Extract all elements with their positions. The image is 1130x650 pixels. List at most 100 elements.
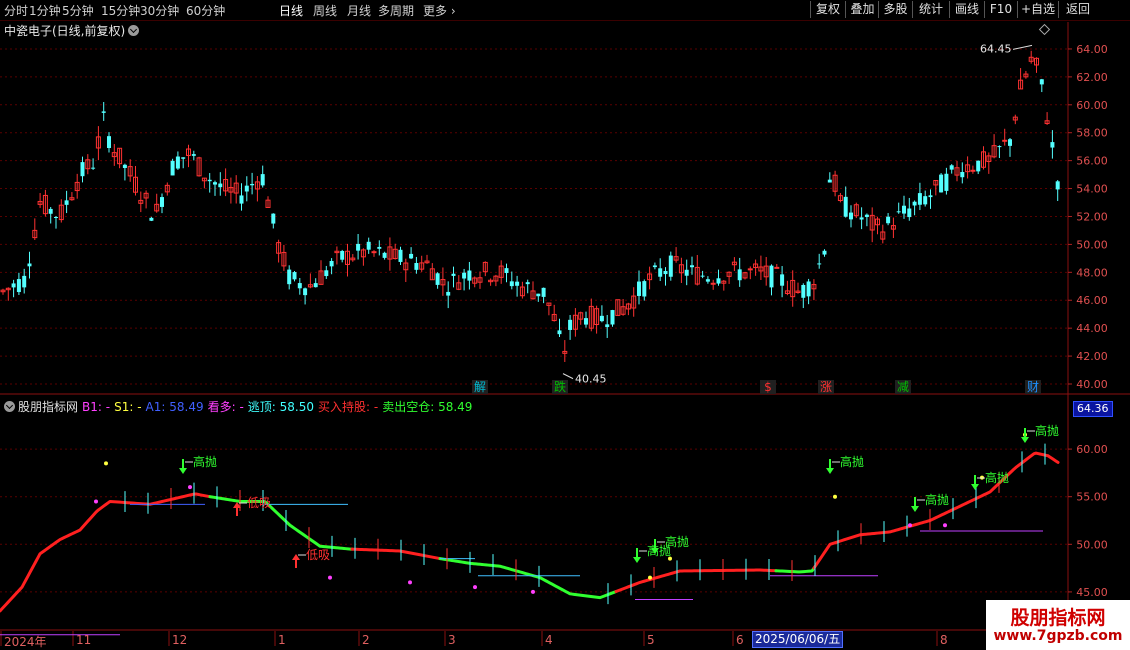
y-tick-label: 48.00: [1076, 266, 1108, 279]
sell-arrow-icon: [971, 484, 979, 490]
candle-body: [504, 268, 509, 274]
sell-arrow-icon: [633, 557, 641, 563]
candle-body: [160, 197, 164, 207]
watermark-name: 股朋指标网: [1010, 607, 1106, 629]
candle-body: [710, 282, 716, 285]
candle-body: [652, 265, 657, 268]
date-axis-label: 11: [76, 633, 92, 647]
signal-annotation: 高抛: [925, 492, 949, 507]
candle-body: [260, 174, 265, 186]
candle-body: [668, 255, 673, 277]
candle-body: [16, 279, 21, 293]
candle-body: [864, 214, 869, 217]
indicator-header: 股朋指标网 B1: - S1: - A1: 58.49 看多: - 逃顶: 58.50 买入…: [4, 398, 480, 415]
candle-body: [382, 252, 387, 258]
signal-dot: [833, 494, 837, 499]
candle-body: [663, 270, 668, 275]
candle-body: [1050, 142, 1055, 148]
candle-body: [250, 183, 255, 186]
watermark: 股朋指标网 www.7gpzb.com: [986, 600, 1130, 650]
candle-body: [610, 310, 615, 325]
indicator-item-5: 买入持股: -: [318, 400, 379, 414]
y-tick-label: 64.00: [1076, 43, 1108, 56]
candle-body: [896, 211, 901, 213]
candle-body: [340, 250, 345, 260]
candle-body: [292, 272, 297, 280]
candle-body: [928, 195, 933, 198]
event-badge: 跌: [554, 379, 566, 394]
candle-body: [170, 160, 175, 176]
y-tick-label: 62.00: [1076, 71, 1108, 84]
candle-body: [960, 172, 965, 178]
candle-body: [912, 201, 917, 206]
y-tick-label: 60.00: [1076, 99, 1108, 112]
y-tick-label: 50.00: [1076, 238, 1108, 251]
candle-body: [48, 208, 53, 214]
candle-body: [658, 268, 663, 277]
candle-body: [859, 217, 864, 220]
candle-body: [1039, 79, 1044, 85]
y-tick-label: 56.00: [1076, 155, 1108, 168]
candle-body: [313, 283, 318, 288]
candle-body: [637, 281, 641, 296]
candle-body: [700, 275, 705, 277]
candle-body: [244, 185, 249, 192]
indicator-item-1: S1: -: [114, 400, 142, 414]
signal-dot: [328, 575, 332, 580]
candle-body: [287, 269, 292, 285]
indicator-trend-line: [774, 566, 816, 574]
candle-body: [1002, 139, 1008, 142]
signal-dot: [188, 485, 192, 490]
date-axis-label: 8: [940, 633, 948, 647]
candle-body: [949, 165, 954, 170]
chevron-down-icon[interactable]: [4, 401, 15, 412]
candle-body: [414, 263, 419, 270]
y-tick-label: 40.00: [1076, 378, 1108, 391]
signal-dot: [473, 585, 477, 590]
candle-body: [944, 173, 949, 191]
candle-body: [451, 273, 456, 276]
candle-body: [541, 287, 546, 297]
sell-arrow-icon: [1021, 437, 1029, 443]
signal-annotation: 高抛: [1035, 423, 1059, 438]
signal-annotation: 高抛: [840, 454, 864, 469]
indicator-trend-line: [350, 547, 442, 561]
candle-body: [769, 265, 774, 288]
y-tick-label: 58.00: [1076, 127, 1108, 140]
candle-body: [1055, 181, 1060, 190]
candle-body: [377, 246, 382, 249]
candle-body: [822, 250, 827, 255]
candle-body: [149, 217, 154, 221]
y-tick-label: 42.00: [1076, 350, 1108, 363]
candle-body: [976, 160, 981, 172]
candle-body: [997, 146, 1002, 148]
candle-body: [101, 111, 106, 113]
candle-body: [599, 315, 604, 322]
candle-body: [329, 260, 334, 267]
low-pointer: [562, 373, 574, 380]
current-date-label: 2025/06/06/五: [752, 631, 844, 648]
candle-body: [356, 243, 361, 251]
indicator-value-box: 64.36: [1073, 401, 1113, 417]
candle-body: [239, 195, 244, 204]
candle-body: [568, 319, 573, 330]
candle-body: [525, 282, 530, 285]
candle-body: [303, 288, 308, 296]
candle-body: [366, 241, 371, 250]
event-badge: 减: [897, 380, 909, 394]
candle-body: [705, 279, 710, 282]
signal-dot: [943, 523, 947, 528]
watermark-url: www.7gpzb.com: [993, 628, 1123, 644]
candle-body: [536, 293, 541, 297]
price-chart[interactable]: 64.4540.45解跌 $ 涨减财 高抛低吸低吸高抛高抛高抛高抛高抛高抛 64.0…: [0, 0, 1130, 650]
candle-body: [1008, 139, 1012, 146]
candle-body: [371, 251, 377, 254]
indicator-item-4: 逃顶: 58.50: [247, 400, 315, 414]
candle-body: [605, 324, 610, 328]
candle-body: [213, 182, 217, 185]
indicator-name[interactable]: 股朋指标网: [18, 400, 78, 414]
indicator-item-6: 卖出空仓: 58.49: [382, 400, 473, 414]
candle-body: [970, 169, 976, 172]
date-axis-label: 5: [647, 633, 655, 647]
y-tick-label: 54.00: [1076, 183, 1108, 196]
